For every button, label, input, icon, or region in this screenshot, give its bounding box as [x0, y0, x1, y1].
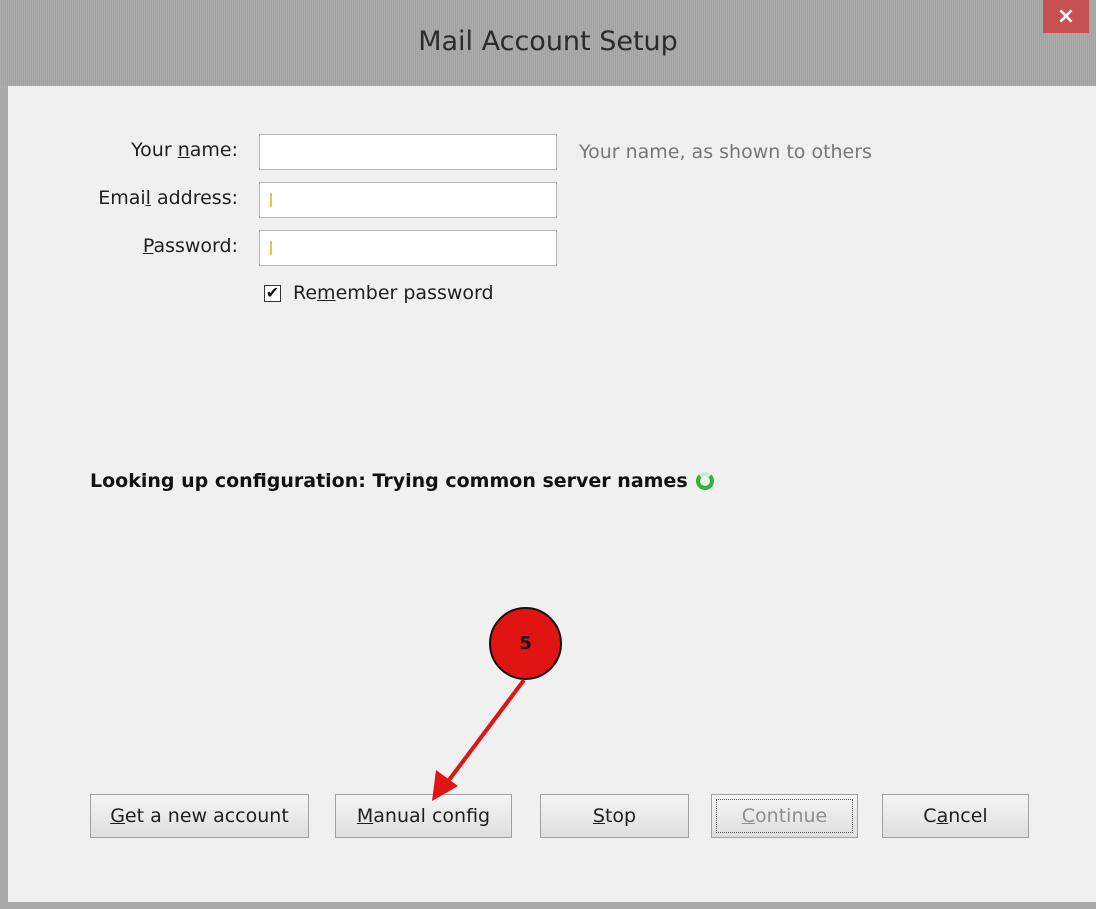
status-text: Looking up configuration: Trying common … — [90, 470, 688, 492]
manual-config-label: Manual config — [356, 805, 491, 827]
checkmark-icon: ✔ — [265, 283, 280, 302]
your-name-label: Your name: — [131, 139, 238, 161]
stop-button[interactable]: Stop — [540, 794, 689, 838]
get-new-account-button[interactable]: Get a new account — [90, 794, 309, 838]
manual-config-button[interactable]: Manual config — [335, 794, 512, 838]
password-input[interactable] — [259, 230, 557, 266]
your-name-input[interactable] — [259, 134, 557, 170]
stop-label: Stop — [592, 805, 637, 827]
checkbox-box[interactable]: ✔ — [264, 283, 281, 302]
title-bar[interactable]: Mail Account Setup × — [0, 0, 1096, 86]
loading-spinner-icon — [695, 472, 714, 490]
lookup-status: Looking up configuration: Trying common … — [90, 470, 714, 492]
email-address-input[interactable] — [259, 182, 557, 218]
password-label: Password: — [142, 235, 238, 257]
focus-ring — [716, 799, 853, 833]
your-name-hint: Your name, as shown to others — [579, 141, 872, 163]
window-title: Mail Account Setup — [418, 26, 678, 57]
remember-password-checkbox[interactable]: ✔ Remember password — [264, 282, 494, 304]
mail-account-setup-window: Mail Account Setup × Your name: Your nam… — [0, 0, 1096, 909]
cancel-button[interactable]: Cancel — [882, 794, 1029, 838]
email-address-label: Email address: — [98, 187, 238, 209]
continue-button[interactable]: Continue — [711, 794, 858, 838]
password-text-caret — [270, 241, 272, 255]
step-annotation-badge: 5 — [489, 607, 562, 680]
get-new-account-label: Get a new account — [110, 805, 289, 827]
remember-password-label: Remember password — [293, 282, 494, 304]
email-text-caret — [270, 193, 272, 207]
cancel-label: Cancel — [923, 805, 988, 827]
dialog-content: Your name: Your name, as shown to others… — [8, 86, 1096, 902]
close-icon: × — [1056, 4, 1076, 29]
step-number: 5 — [519, 633, 532, 654]
close-button[interactable]: × — [1043, 0, 1089, 33]
